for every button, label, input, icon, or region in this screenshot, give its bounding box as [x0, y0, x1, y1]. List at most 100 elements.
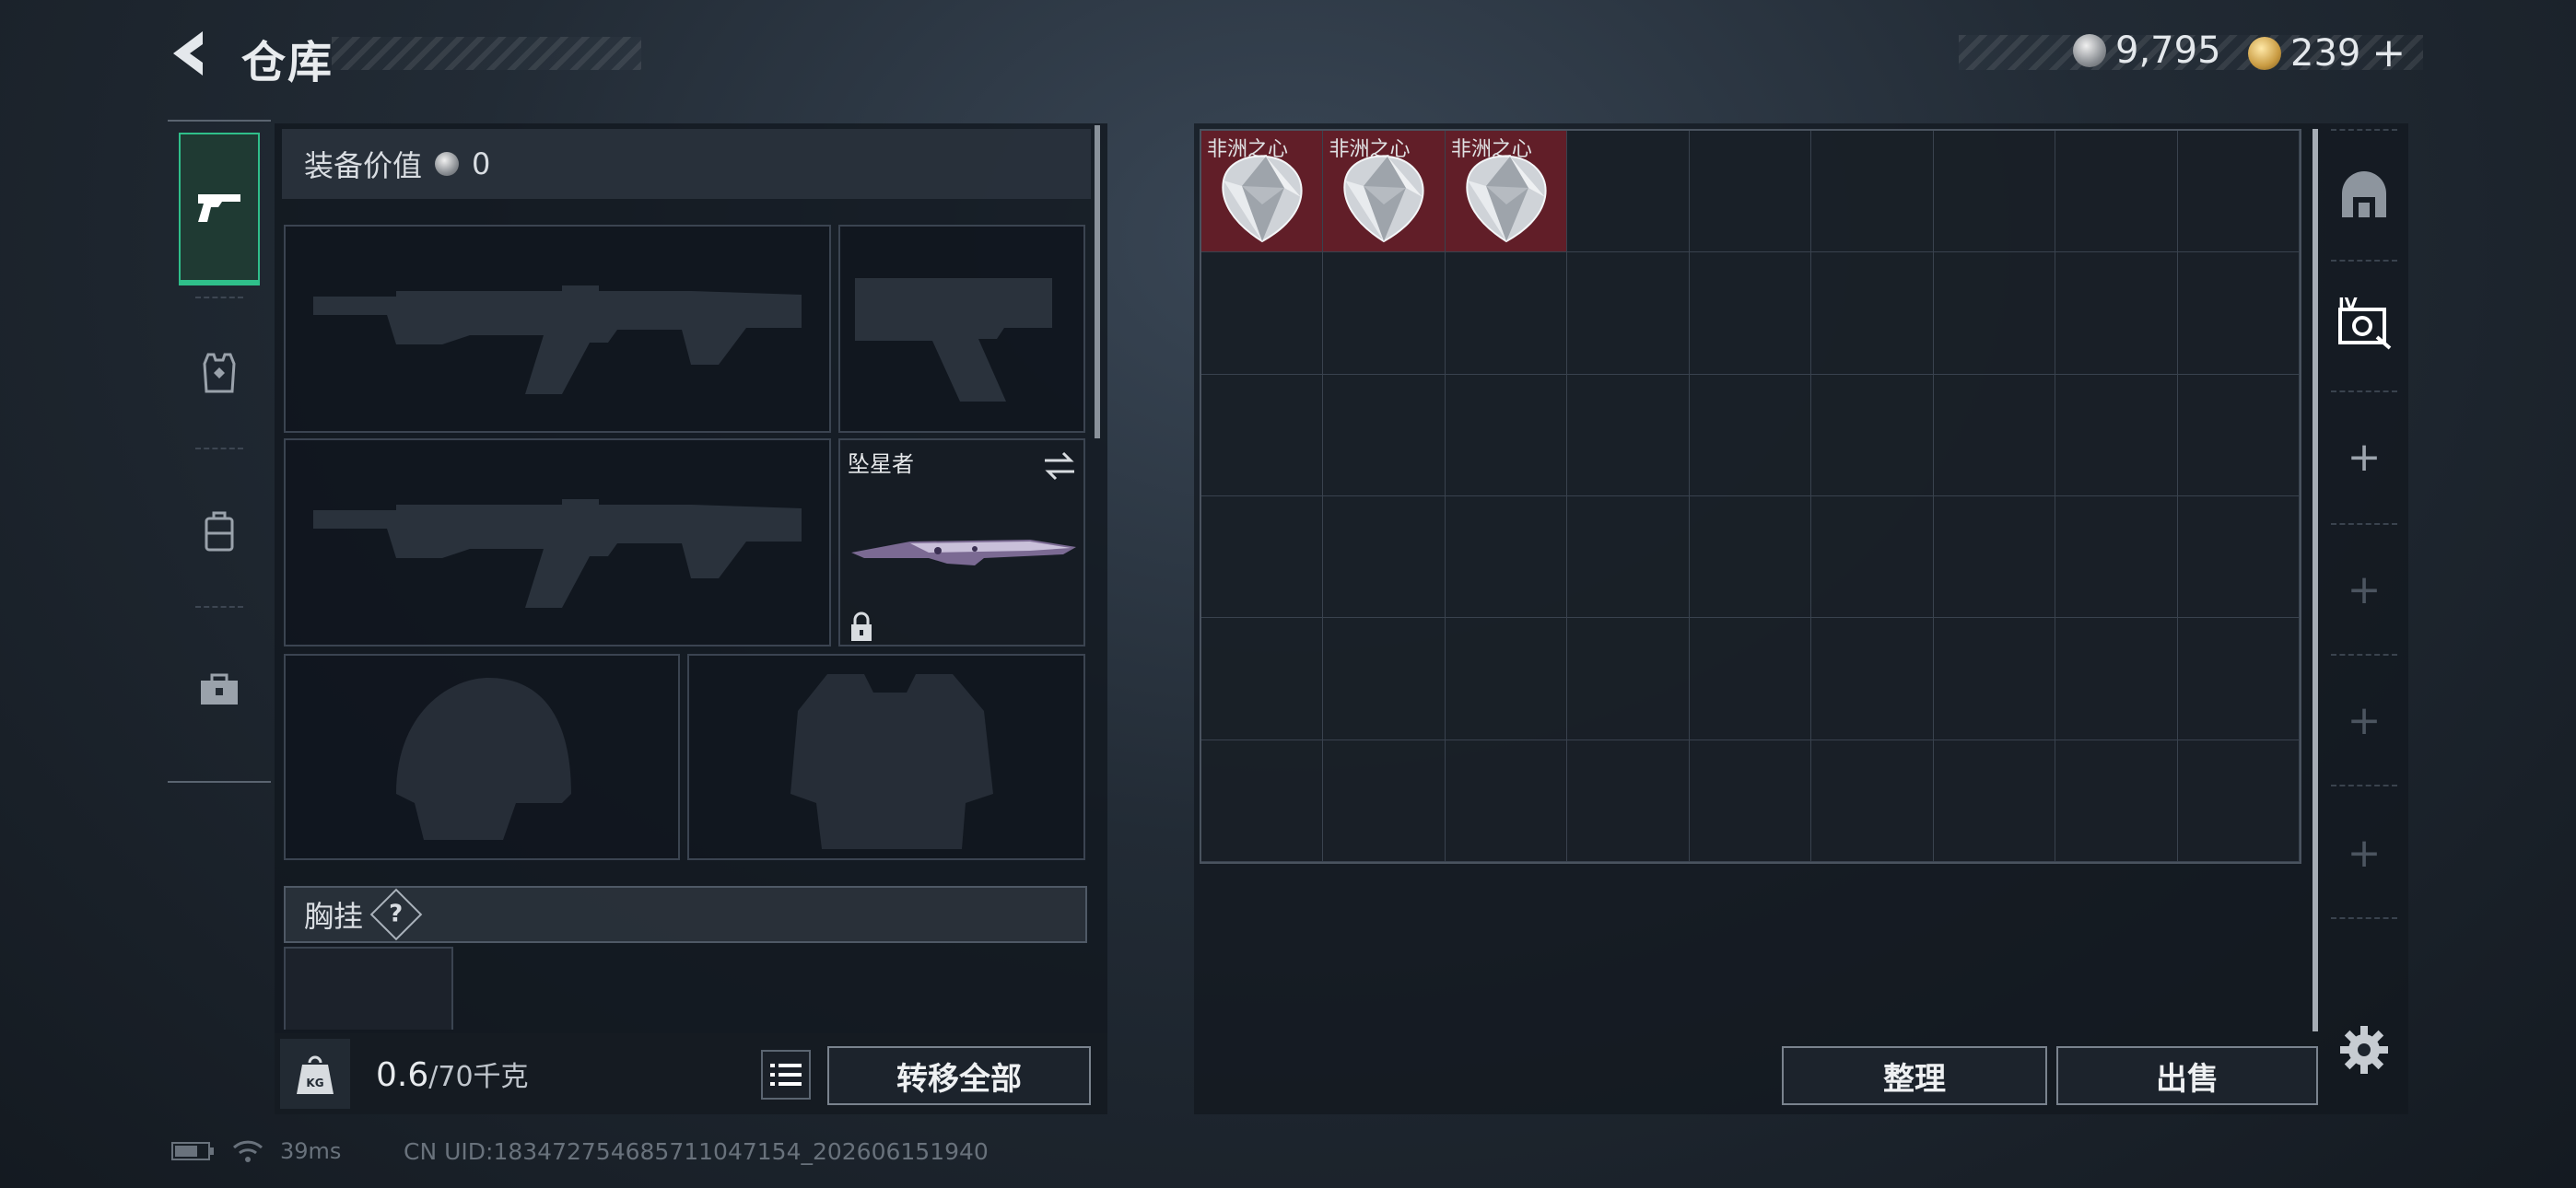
- storage-cell[interactable]: [1201, 252, 1324, 375]
- storage-cell[interactable]: [1567, 495, 1690, 619]
- storage-cell[interactable]: [2055, 740, 2178, 862]
- secondary-weapon-slot[interactable]: [284, 438, 831, 646]
- storage-cell[interactable]: [1933, 740, 2056, 862]
- storage-cell[interactable]: [1689, 495, 1812, 619]
- storage-cell[interactable]: [1445, 740, 1568, 862]
- sell-button[interactable]: 出售: [2056, 1046, 2318, 1105]
- storage-cell[interactable]: [1933, 252, 2056, 375]
- storage-cell[interactable]: [2177, 252, 2300, 375]
- sidearm-slot[interactable]: [838, 225, 1085, 433]
- diamond-icon: [1343, 155, 1424, 243]
- storage-cell[interactable]: [1933, 374, 2056, 496]
- help-icon[interactable]: ?: [369, 888, 423, 941]
- nav-armor[interactable]: [179, 297, 260, 449]
- storage-item[interactable]: 非洲之心: [1201, 131, 1324, 253]
- melee-slot[interactable]: 坠星者: [838, 438, 1085, 646]
- storage-cell[interactable]: [2055, 495, 2178, 619]
- storage-cell[interactable]: [1689, 252, 1812, 375]
- storage-cell[interactable]: [2177, 740, 2300, 862]
- storage-cell[interactable]: [1445, 618, 1568, 740]
- category-nav: [168, 120, 271, 783]
- storage-cell[interactable]: [1323, 252, 1446, 375]
- storage-cell[interactable]: [1811, 495, 1934, 619]
- page-title: 仓库: [241, 37, 334, 88]
- storage-cell[interactable]: [1567, 618, 1690, 740]
- storage-cell[interactable]: [1689, 618, 1812, 740]
- swap-icon[interactable]: [1041, 449, 1078, 483]
- storage-cell[interactable]: [1323, 374, 1446, 496]
- tab-storage-box[interactable]: IV: [2327, 267, 2401, 378]
- storage-cell[interactable]: [1201, 618, 1324, 740]
- storage-cell[interactable]: [2177, 495, 2300, 619]
- ping-readout: 39ms: [280, 1138, 342, 1164]
- storage-cell[interactable]: [1811, 618, 1934, 740]
- storage-cell[interactable]: [1567, 740, 1690, 862]
- storage-cell[interactable]: [1445, 495, 1568, 619]
- storage-cell[interactable]: [1933, 131, 2056, 253]
- storage-cell[interactable]: [1567, 252, 1690, 375]
- chest-rig-header: 胸挂 ?: [284, 886, 1087, 943]
- storage-cell[interactable]: [2055, 252, 2178, 375]
- battery-icon: [171, 1142, 214, 1160]
- storage-cell[interactable]: [1689, 740, 1812, 862]
- add-currency-button[interactable]: +: [2371, 29, 2406, 76]
- storage-cell[interactable]: [1933, 495, 2056, 619]
- storage-cell[interactable]: [2177, 131, 2300, 253]
- knife-icon: [851, 540, 1076, 565]
- primary-weapon-slot[interactable]: [284, 225, 831, 433]
- storage-cell[interactable]: [2177, 374, 2300, 496]
- storage-cell[interactable]: [2177, 618, 2300, 740]
- svg-text:IV: IV: [2338, 295, 2358, 314]
- storage-item[interactable]: 非洲之心: [1323, 131, 1446, 253]
- storage-cell[interactable]: [1323, 740, 1446, 862]
- equipment-scrollbar[interactable]: [1095, 125, 1100, 438]
- silver-coin-icon: [435, 152, 460, 176]
- nav-toolbox[interactable]: [179, 613, 260, 766]
- storage-scrollbar[interactable]: [2313, 129, 2318, 1031]
- organize-button[interactable]: 整理: [1782, 1046, 2047, 1105]
- storage-cell[interactable]: [1323, 618, 1446, 740]
- melee-name: 坠星者: [848, 451, 914, 477]
- tab-add-4[interactable]: +: [2327, 798, 2401, 908]
- storage-cell[interactable]: [1811, 740, 1934, 862]
- storage-cell[interactable]: [1933, 618, 2056, 740]
- list-view-button[interactable]: [761, 1050, 811, 1100]
- body-armor-slot[interactable]: [687, 654, 1085, 860]
- pistol-icon: [198, 194, 240, 222]
- storage-cell[interactable]: [1689, 131, 1812, 253]
- storage-grid: 非洲之心 非洲之心 非洲之心: [1200, 129, 2301, 864]
- storage-cell[interactable]: [1201, 374, 1324, 496]
- nav-weapons[interactable]: [179, 133, 260, 285]
- nav-backpack[interactable]: [179, 455, 260, 608]
- storage-tabs: IV + + + +: [2327, 129, 2401, 1050]
- silver-currency: 9,795: [2073, 29, 2221, 72]
- storage-cell[interactable]: [1811, 131, 1934, 253]
- helmet-silhouette-icon: [396, 678, 571, 840]
- storage-cell[interactable]: [1201, 740, 1324, 862]
- storage-cell[interactable]: [1323, 495, 1446, 619]
- helmet-slot[interactable]: [284, 654, 680, 860]
- tab-add-3[interactable]: +: [2327, 665, 2401, 775]
- storage-cell[interactable]: [1567, 374, 1690, 496]
- storage-cell[interactable]: [1445, 252, 1568, 375]
- vest-icon: [203, 353, 236, 393]
- tab-warehouse[interactable]: [2327, 142, 2401, 252]
- storage-cell[interactable]: [2055, 131, 2178, 253]
- storage-cell[interactable]: [1811, 374, 1934, 496]
- settings-gear-icon[interactable]: [2338, 1024, 2390, 1076]
- storage-cell[interactable]: [1567, 131, 1690, 253]
- tab-add-2[interactable]: +: [2327, 534, 2401, 645]
- toolbox-icon: [201, 673, 238, 705]
- tab-add-1[interactable]: +: [2327, 402, 2401, 512]
- chest-rig-slot[interactable]: [284, 947, 453, 1030]
- storage-cell[interactable]: [2055, 618, 2178, 740]
- storage-cell[interactable]: [1689, 374, 1812, 496]
- storage-cell[interactable]: [1445, 374, 1568, 496]
- weight-max: /70千克: [428, 1061, 529, 1093]
- back-arrow-icon[interactable]: [166, 28, 214, 79]
- transfer-all-button[interactable]: 转移全部: [827, 1046, 1091, 1105]
- storage-cell[interactable]: [1201, 495, 1324, 619]
- storage-item[interactable]: 非洲之心: [1445, 131, 1568, 253]
- storage-cell[interactable]: [1811, 252, 1934, 375]
- storage-cell[interactable]: [2055, 374, 2178, 496]
